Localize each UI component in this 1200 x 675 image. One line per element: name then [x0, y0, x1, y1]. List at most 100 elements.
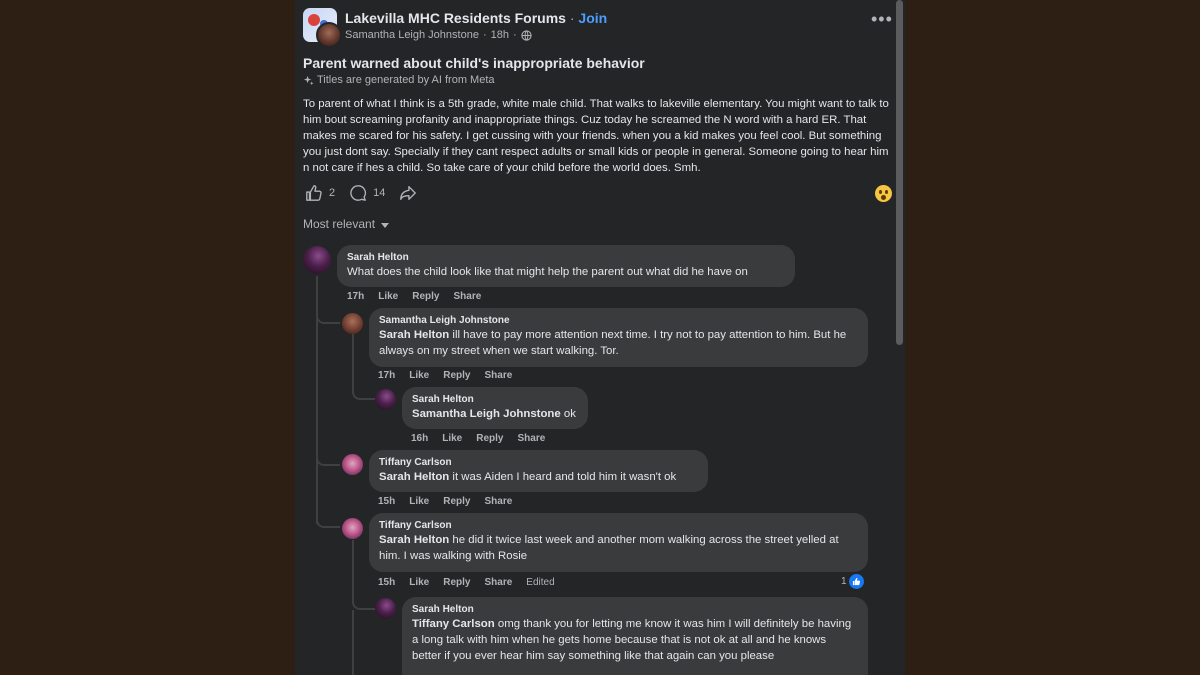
reply-link[interactable]: Reply — [443, 496, 470, 507]
like-reaction-icon — [848, 574, 864, 589]
sparkle-icon — [303, 75, 314, 85]
group-name-link[interactable]: Lakevilla MHC Residents Forums — [345, 10, 566, 26]
comment-time[interactable]: 15h — [378, 496, 395, 507]
commenter-name[interactable]: Samantha Leigh Johnstone — [379, 315, 858, 326]
post-meta: Samantha Leigh Johnstone · 18h · — [345, 29, 532, 41]
comment-count: 14 — [373, 187, 386, 199]
thread-connector — [316, 452, 340, 466]
comment-time[interactable]: 16h — [411, 433, 428, 444]
comment-bubble: Samantha Leigh Johnstone Sarah Helton il… — [369, 308, 868, 367]
post-body: To parent of what I think is a 5th grade… — [303, 98, 889, 174]
like-link[interactable]: Like — [409, 370, 429, 381]
separator: · — [569, 10, 575, 26]
comment-time[interactable]: 17h — [378, 370, 395, 381]
like-count: 2 — [329, 187, 336, 199]
comment-icon — [350, 185, 367, 201]
like-link[interactable]: Like — [442, 433, 462, 444]
comment-body: ok — [560, 408, 576, 420]
mention-link[interactable]: Sarah Helton — [379, 471, 449, 483]
like-link[interactable]: Like — [409, 496, 429, 507]
commenter-avatar[interactable] — [375, 598, 396, 619]
share-link[interactable]: Share — [484, 370, 512, 381]
scrollbar[interactable] — [896, 0, 903, 345]
commenter-avatar[interactable] — [342, 518, 363, 539]
thumbs-up-icon — [306, 185, 322, 201]
reply-link[interactable]: Reply — [443, 370, 470, 381]
edited-label: Edited — [526, 577, 555, 588]
comment-bubble: Tiffany Carlson Sarah Helton he did it t… — [369, 513, 868, 572]
share-link[interactable]: Share — [484, 496, 512, 507]
comment-bubble: Sarah Helton Tiffany Carlson omg thank y… — [402, 597, 868, 675]
comment-actions: 15h Like Reply Share Edited — [378, 577, 555, 588]
post-title: Parent warned about child's inappropriat… — [303, 55, 645, 71]
share-icon — [400, 186, 417, 200]
share-link[interactable]: Share — [453, 291, 481, 302]
comment-actions: 16h Like Reply Share — [411, 433, 545, 444]
more-options-icon[interactable]: ••• — [871, 10, 893, 28]
share-action[interactable] — [399, 184, 417, 202]
reply-link[interactable]: Reply — [412, 291, 439, 302]
share-link[interactable]: Share — [484, 577, 512, 588]
comment-text: Samantha Leigh Johnstone ok — [412, 406, 578, 422]
thread-connector — [316, 514, 340, 528]
post-actions: 2 14 — [305, 184, 431, 202]
comment-text: Tiffany Carlson omg thank you for lettin… — [412, 616, 858, 664]
comment-text: Sarah Helton ill have to pay more attent… — [379, 327, 858, 359]
comment-time[interactable]: 17h — [347, 291, 364, 302]
comment-text: Sarah Helton it was Aiden I heard and to… — [379, 469, 698, 485]
separator: · — [482, 29, 487, 41]
sort-dropdown[interactable]: Most relevant — [303, 217, 390, 231]
author-avatar[interactable] — [316, 22, 342, 48]
sort-label: Most relevant — [303, 217, 376, 231]
thread-line — [352, 610, 354, 675]
comment-actions: 17h Like Reply Share — [347, 291, 481, 302]
thread-line — [352, 540, 354, 596]
mention-link[interactable]: Sarah Helton — [379, 329, 449, 341]
comment-bubble: Sarah Helton What does the child look li… — [337, 245, 795, 287]
author-name-link[interactable]: Samantha Leigh Johnstone — [345, 29, 479, 41]
commenter-name[interactable]: Sarah Helton — [347, 252, 785, 263]
commenter-avatar[interactable] — [303, 246, 331, 274]
reply-link[interactable]: Reply — [476, 433, 503, 444]
mention-link[interactable]: Tiffany Carlson — [412, 618, 495, 630]
like-action[interactable]: 2 — [305, 184, 335, 202]
globe-icon — [521, 29, 532, 41]
group-header: Lakevilla MHC Residents Forums · Join — [345, 10, 607, 26]
thread-line — [352, 334, 354, 390]
separator: · — [512, 29, 517, 41]
wow-emoji-icon[interactable] — [875, 185, 892, 202]
post-panel: Lakevilla MHC Residents Forums · Join Sa… — [295, 0, 905, 675]
comment-actions: 17h Like Reply Share — [378, 370, 512, 381]
ai-note-text: Titles are generated by AI from Meta — [317, 74, 495, 86]
join-button[interactable]: Join — [578, 10, 607, 26]
caret-down-icon — [381, 223, 390, 228]
comment-text: What does the child look like that might… — [347, 266, 748, 278]
commenter-avatar[interactable] — [375, 389, 396, 410]
thread-connector — [352, 596, 376, 610]
reaction-summary[interactable]: 1 — [841, 574, 864, 589]
reply-link[interactable]: Reply — [443, 577, 470, 588]
commenter-name[interactable]: Tiffany Carlson — [379, 457, 698, 468]
comment-body: ill have to pay more attention next time… — [379, 329, 847, 357]
like-link[interactable]: Like — [409, 577, 429, 588]
reaction-count: 1 — [841, 576, 847, 587]
thread-connector — [352, 386, 376, 400]
ai-title-note: Titles are generated by AI from Meta — [303, 74, 495, 86]
comment-body: it was Aiden I heard and told him it was… — [449, 471, 677, 483]
commenter-name[interactable]: Tiffany Carlson — [379, 520, 858, 531]
mention-link[interactable]: Sarah Helton — [379, 534, 449, 546]
comment-text: Sarah Helton he did it twice last week a… — [379, 532, 858, 564]
mention-link[interactable]: Samantha Leigh Johnstone — [412, 408, 561, 420]
commenter-avatar[interactable] — [342, 454, 363, 475]
commenter-name[interactable]: Sarah Helton — [412, 394, 578, 405]
commenter-name[interactable]: Sarah Helton — [412, 604, 858, 615]
comment-bubble: Tiffany Carlson Sarah Helton it was Aide… — [369, 450, 708, 492]
share-link[interactable]: Share — [517, 433, 545, 444]
thread-connector — [316, 310, 340, 324]
like-link[interactable]: Like — [378, 291, 398, 302]
commenter-avatar[interactable] — [342, 313, 363, 334]
comment-actions: 15h Like Reply Share — [378, 496, 512, 507]
comment-action[interactable]: 14 — [349, 184, 385, 202]
comment-time[interactable]: 15h — [378, 577, 395, 588]
post-time-link[interactable]: 18h — [491, 29, 509, 41]
